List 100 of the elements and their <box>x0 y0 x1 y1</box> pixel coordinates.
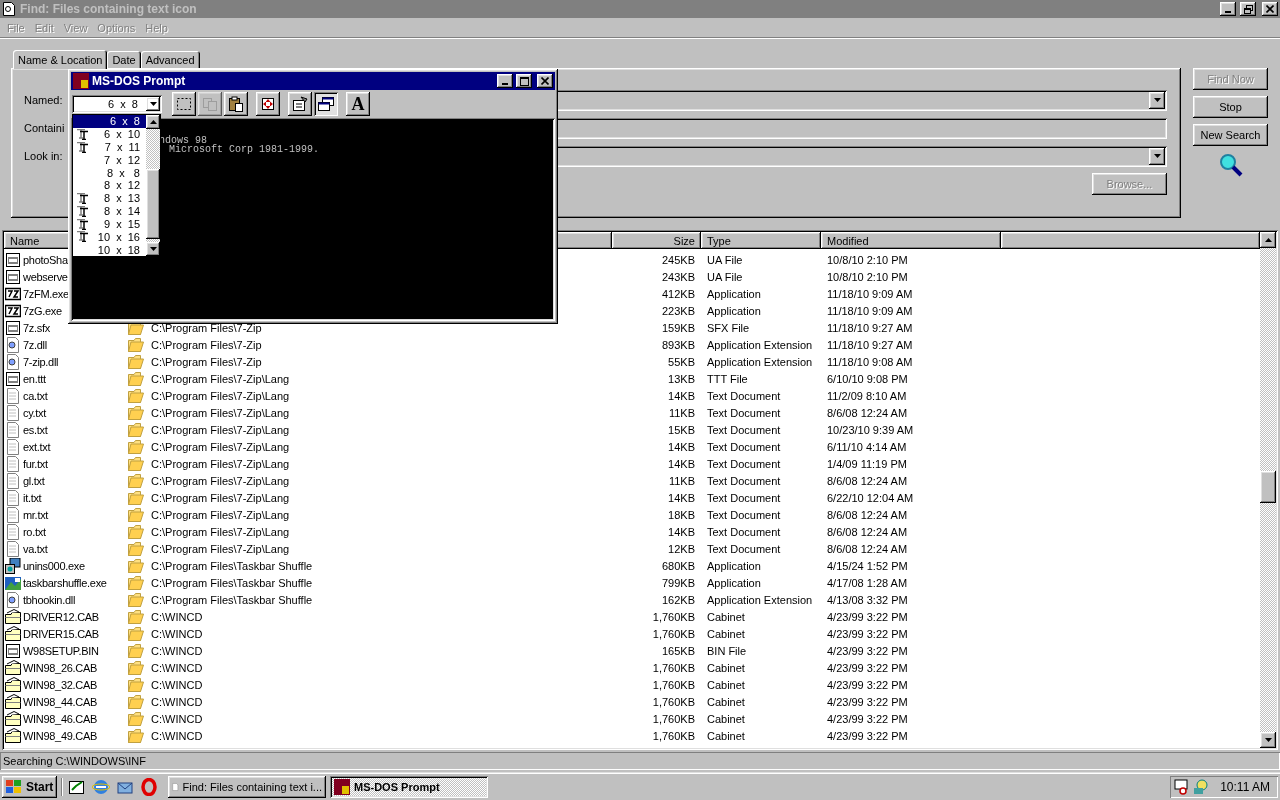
tab[interactable]: Name & Location <box>13 50 108 69</box>
list-scrollbar[interactable] <box>146 115 160 256</box>
scroll-down-button[interactable] <box>146 242 160 256</box>
file-size: 14KB <box>667 457 696 470</box>
modified-date: 11/18/10 9:09 AM <box>826 287 914 300</box>
folder-path: C:\Program Files\7-Zip\Lang <box>150 525 290 538</box>
window-file-icon <box>5 370 21 387</box>
scroll-up-button[interactable] <box>1260 232 1276 248</box>
setup-icon <box>5 557 21 574</box>
monitor-icon <box>1174 778 1191 795</box>
folder-icon <box>128 609 144 624</box>
column-header[interactable]: Modified <box>821 232 1001 249</box>
maximize-button[interactable] <box>516 74 532 88</box>
task-button[interactable]: MS-DOS Prompt <box>330 775 488 798</box>
file-name: en.ttt <box>22 372 46 385</box>
file-name: WIN98_46.CAB <box>22 712 98 725</box>
file-type: Cabinet <box>706 695 746 708</box>
folder-path: C:\Program Files\7-Zip\Lang <box>150 474 290 487</box>
font-size-option[interactable]: 6 x 10 <box>73 127 146 141</box>
folder-icon <box>128 473 144 488</box>
file-name: fur.txt <box>22 457 48 470</box>
column-header[interactable] <box>1001 232 1260 249</box>
file-size: 55KB <box>667 355 696 368</box>
folder-path: C:\Program Files\7-Zip <box>150 338 262 351</box>
folder-icon <box>128 592 144 607</box>
ms-dos-icon <box>73 73 89 89</box>
cabinet-folder-icon <box>5 659 21 676</box>
folder-path: C:\Program Files\7-Zip\Lang <box>150 542 290 555</box>
folder-icon <box>128 575 144 590</box>
column-header[interactable]: Size <box>612 232 701 249</box>
toolbar-button[interactable] <box>172 92 196 116</box>
modified-date: 4/23/99 3:22 PM <box>826 627 909 640</box>
file-size: 1,760KB <box>651 661 696 674</box>
font-size-option[interactable]: 7 x 12 <box>73 153 146 167</box>
cabinet-folder-icon <box>5 710 21 727</box>
file-name: unins000.exe <box>22 559 85 572</box>
modified-date: 4/17/08 1:28 AM <box>826 576 909 589</box>
start-button[interactable]: Start <box>2 775 57 798</box>
file-size: 15KB <box>667 423 696 436</box>
folder-icon <box>128 660 144 675</box>
font-size-option[interactable]: 9 x 15 <box>73 217 146 231</box>
font-size-option[interactable]: 8 x 12 <box>73 179 146 192</box>
tab[interactable]: Date <box>107 51 141 68</box>
scrollbar[interactable] <box>1260 232 1276 748</box>
modified-date: 11/18/10 9:09 AM <box>826 304 914 317</box>
window-title: MS-DOS Prompt <box>92 74 187 88</box>
modified-date: 4/23/99 3:22 PM <box>826 610 909 623</box>
file-size: 1,760KB <box>651 729 696 742</box>
toolbar-button[interactable]: A <box>346 92 370 116</box>
modified-date: 6/11/10 4:14 AM <box>826 440 908 453</box>
toolbar-button[interactable] <box>256 92 280 116</box>
close-button[interactable] <box>1262 2 1278 16</box>
restore-button[interactable] <box>1240 2 1256 16</box>
modified-date: 4/23/99 3:22 PM <box>826 661 909 674</box>
toolbar-button[interactable] <box>314 92 338 116</box>
file-name: it.txt <box>22 491 42 504</box>
file-name: WIN98_26.CAB <box>22 661 98 674</box>
file-size: 1,760KB <box>651 627 696 640</box>
modified-date: 4/23/99 3:22 PM <box>826 729 909 742</box>
minimize-button[interactable] <box>1220 2 1236 16</box>
dropdown-arrow[interactable] <box>1149 147 1165 165</box>
action-button[interactable]: New Search <box>1193 124 1268 146</box>
column-header[interactable]: Type <box>701 232 821 249</box>
file-type: Text Document <box>706 440 782 453</box>
folder-icon <box>128 439 144 454</box>
font-size-option[interactable]: 8 x 8 <box>73 166 146 180</box>
file-name: 7-zip.dll <box>22 355 59 368</box>
file-name: cy.txt <box>22 406 47 419</box>
file-name: ext.txt <box>22 440 51 453</box>
field-label: Named: <box>24 94 64 106</box>
font-size-option[interactable]: 8 x 14 <box>73 204 146 218</box>
folder-icon <box>128 558 144 573</box>
text-file-icon <box>5 404 21 421</box>
dropdown-arrow[interactable] <box>1149 91 1165 109</box>
action-button[interactable]: Stop <box>1193 96 1268 118</box>
folder-path: C:\Program Files\7-Zip\Lang <box>150 406 290 419</box>
folder-path: C:\WINCD <box>150 644 203 657</box>
font-size-option[interactable]: 7 x 11 <box>73 140 146 154</box>
file-size: 799KB <box>660 576 696 589</box>
dropdown-arrow[interactable] <box>146 97 160 111</box>
toolbar-button[interactable] <box>224 92 248 116</box>
scroll-thumb[interactable] <box>146 169 160 239</box>
close-button[interactable] <box>537 74 553 88</box>
file-name: WIN98_32.CAB <box>22 678 98 691</box>
scroll-thumb[interactable] <box>1260 471 1276 503</box>
file-type: TTT File <box>706 372 749 385</box>
minimize-button[interactable] <box>497 74 513 88</box>
folder-path: C:\Program Files\7-Zip\Lang <box>150 440 290 453</box>
font-size-dropdown[interactable]: 6 x 8 <box>72 95 162 113</box>
file-name: webserve <box>22 270 68 283</box>
file-name: es.txt <box>22 423 48 436</box>
scroll-down-button[interactable] <box>1260 732 1276 748</box>
font-size-option[interactable]: 8 x 13 <box>73 191 146 205</box>
toolbar-button[interactable] <box>288 92 312 116</box>
globe-icon <box>92 777 110 796</box>
task-button[interactable]: Find: Files containing text i... <box>168 775 326 798</box>
font-size-option[interactable]: 6 x 8 <box>73 115 146 128</box>
scroll-up-button[interactable] <box>146 115 160 129</box>
modified-date: 8/6/08 12:24 AM <box>826 474 909 487</box>
tab[interactable]: Advanced <box>140 51 200 68</box>
